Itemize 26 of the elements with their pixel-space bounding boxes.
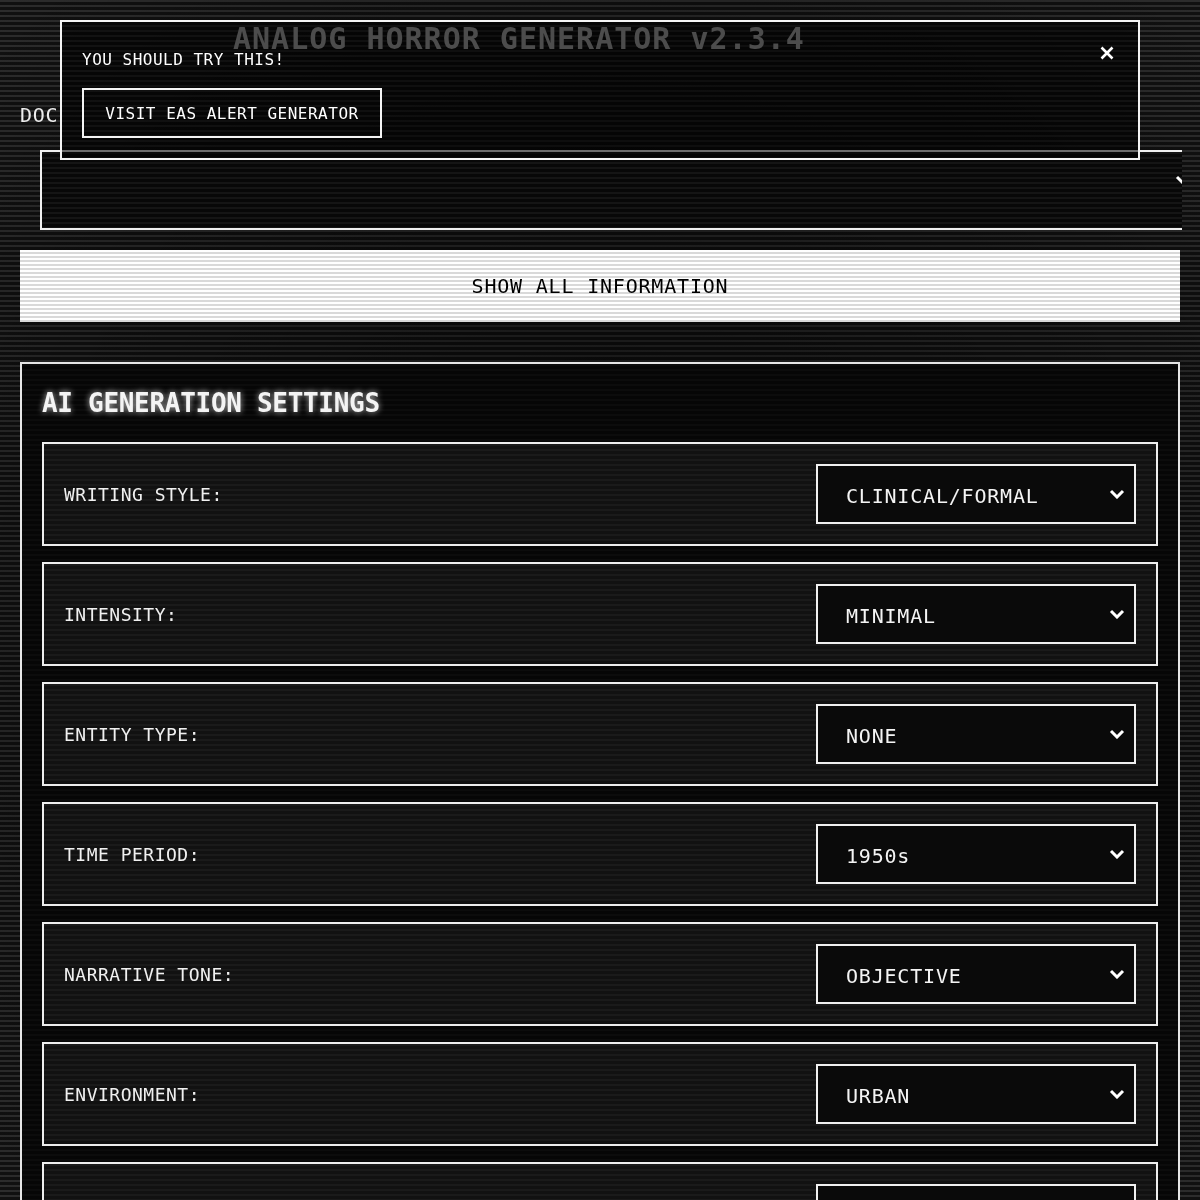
show-all-button[interactable]: SHOW ALL INFORMATION bbox=[20, 250, 1180, 322]
chevron-down-icon bbox=[1109, 489, 1125, 499]
setting-label: ENVIRONMENT: bbox=[64, 1083, 201, 1105]
select-field[interactable]: MINIMAL bbox=[816, 584, 1136, 644]
setting-label: TIME PERIOD: bbox=[64, 843, 201, 865]
setting-label: WRITING STYLE: bbox=[64, 483, 223, 505]
select-field[interactable]: 1950s bbox=[816, 824, 1136, 884]
chevron-down-icon bbox=[1109, 849, 1125, 859]
setting-label: NARRATIVE TONE: bbox=[64, 963, 235, 985]
select-field[interactable]: CLINICAL/FORMAL bbox=[816, 464, 1136, 524]
document-type-select[interactable] bbox=[40, 150, 1182, 230]
visit-button[interactable]: VISIT EAS ALERT GENERATOR bbox=[82, 88, 382, 138]
select-field[interactable]: NONE bbox=[816, 704, 1136, 764]
chevron-down-icon bbox=[1109, 1089, 1125, 1099]
setting-label: ENTITY TYPE: bbox=[64, 723, 201, 745]
close-icon bbox=[1100, 46, 1114, 60]
select-field[interactable]: URBAN bbox=[816, 1064, 1136, 1124]
setting-label: INTENSITY: bbox=[64, 603, 178, 625]
document-type-label: DOC bbox=[20, 103, 59, 127]
settings-heading: AI GENERATION SETTINGS bbox=[42, 387, 380, 420]
chevron-down-icon bbox=[1109, 969, 1125, 979]
select-field[interactable]: OBJECTIVE bbox=[816, 944, 1136, 1004]
page-title: ANALOG HORROR GENERATOR v2.3.4 bbox=[233, 26, 805, 52]
popup-message: YOU SHOULD TRY THIS! bbox=[82, 53, 285, 67]
chevron-down-icon bbox=[1109, 729, 1125, 739]
chevron-down-icon bbox=[1109, 609, 1125, 619]
